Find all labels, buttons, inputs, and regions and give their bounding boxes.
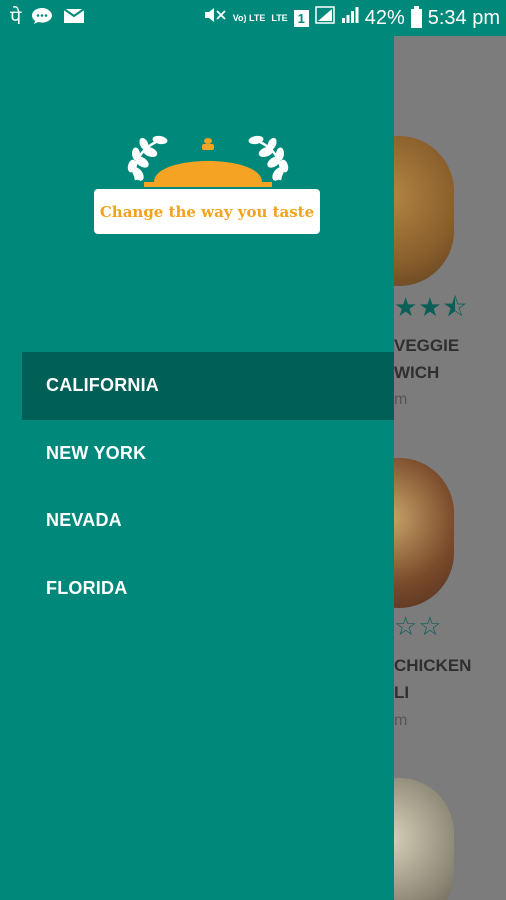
food-image [394,458,454,608]
navigation-drawer: Change the way you taste CALIFORNIA NEW … [0,36,394,900]
tagline-banner: Change the way you taste [94,189,320,234]
system-icons: Vo) LTE LTE 1 42% 5:34 pm [203,5,500,30]
battery-icon [410,5,422,28]
mute-icon [203,6,227,30]
menu-item-florida[interactable]: FLORIDA [22,555,394,623]
food-sub: m [394,712,408,729]
notification-icons: पे [10,7,85,30]
battery-percent: 42% [364,6,405,29]
status-bar: पे Vo) LTE LTE 1 42% 5:34 pm [0,0,506,36]
lte-label: LTE [271,12,288,23]
rating-stars: ☆☆ [394,611,443,641]
background-list: ★★⯪ VEGGIE WICH m ☆☆ CHICKEN LI m [394,36,506,900]
clock: 5:34 pm [427,6,500,29]
signal-icon [314,6,335,30]
food-name-line1: CHICKEN [394,656,472,675]
pe-icon: पे [10,7,22,29]
mail-icon [63,7,85,29]
state-menu: CALIFORNIA NEW YORK NEVADA FLORIDA [22,352,394,622]
food-image [394,136,454,286]
menu-item-nevada[interactable]: NEVADA [22,487,394,555]
food-name-line1: VEGGIE [394,336,460,355]
menu-item-california[interactable]: CALIFORNIA [22,352,394,420]
food-name-line2: WICH [394,363,440,382]
volte-label: Vo) LTE [232,12,266,23]
message-icon [31,7,53,30]
sim-indicator: 1 [293,9,309,27]
signal-strength-icon [341,6,359,30]
food-image [394,778,454,900]
food-sub: m [394,391,408,408]
food-name-line2: LI [394,683,410,702]
rating-stars: ★★⯪ [394,292,469,322]
menu-item-new-york[interactable]: NEW YORK [22,420,394,488]
